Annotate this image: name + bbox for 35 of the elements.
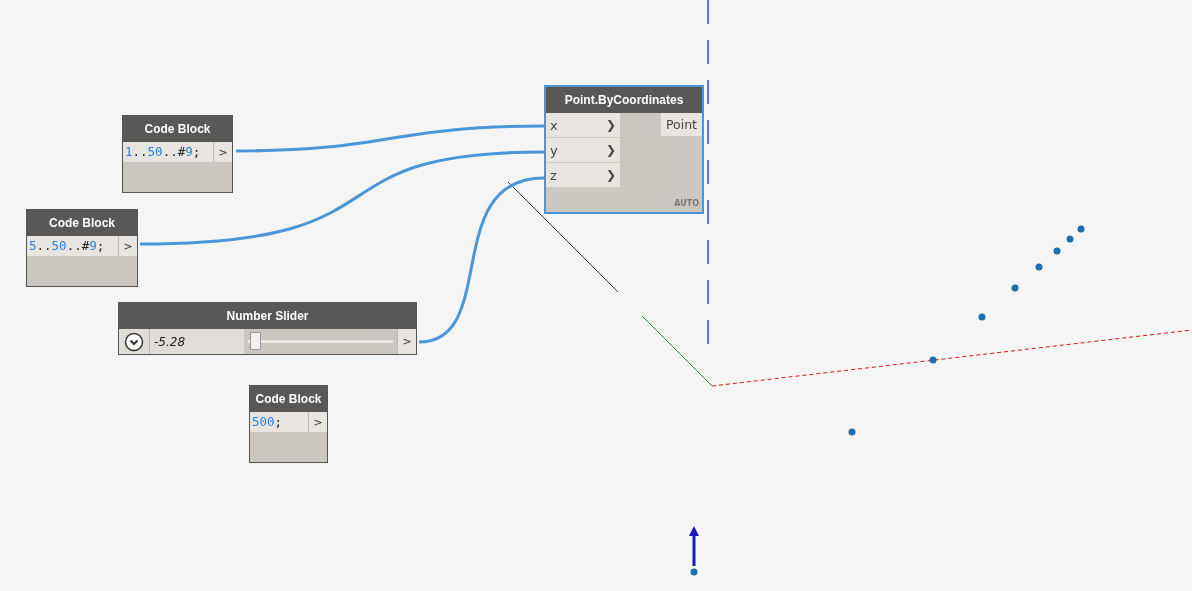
slider-value[interactable]: -5.28	[149, 329, 244, 354]
output-port[interactable]: >	[118, 236, 137, 256]
point-marker	[1053, 247, 1061, 255]
node-card[interactable]: Number Slider -5.28 >	[118, 302, 417, 355]
node-card[interactable]: Code Block 5..50..#9; >	[26, 209, 138, 287]
code-text[interactable]: 1..50..#9;	[123, 142, 213, 162]
vector-arrow	[689, 526, 699, 566]
point-marker	[929, 356, 937, 364]
point-marker	[1011, 284, 1019, 292]
node-title: Point.ByCoordinates	[564, 93, 684, 107]
node-title: Code Block	[49, 216, 115, 230]
chevron-down-icon[interactable]	[119, 329, 149, 354]
input-port[interactable]: z ❯	[546, 163, 620, 188]
lacing-label: AUTO	[674, 199, 699, 208]
output-port[interactable]: Point	[660, 113, 702, 136]
input-port[interactable]: x ❯	[546, 113, 620, 138]
point-marker	[1066, 235, 1074, 243]
point-marker	[978, 313, 986, 321]
node-card[interactable]: Code Block 1..50..#9; >	[122, 115, 233, 193]
point-marker	[1077, 225, 1085, 233]
output-port[interactable]: >	[308, 412, 327, 432]
slider-thumb[interactable]	[250, 332, 262, 350]
point-marker	[848, 428, 856, 436]
point-marker	[690, 568, 698, 576]
output-port[interactable]: >	[397, 329, 416, 354]
input-port[interactable]: y ❯	[546, 138, 620, 163]
code-text[interactable]: 5..50..#9;	[27, 236, 118, 256]
output-port[interactable]: >	[213, 142, 232, 162]
node-title: Code Block	[144, 122, 211, 136]
node-card[interactable]: Code Block 500; >	[249, 385, 328, 463]
code-text[interactable]: 500;	[250, 412, 308, 432]
node-card[interactable]: Point.ByCoordinates x ❯ y ❯ z ❯ Point AUTO	[544, 85, 704, 214]
node-title: Number Slider	[226, 309, 309, 323]
node-title: Code Block	[255, 392, 322, 406]
point-marker	[1035, 263, 1043, 271]
